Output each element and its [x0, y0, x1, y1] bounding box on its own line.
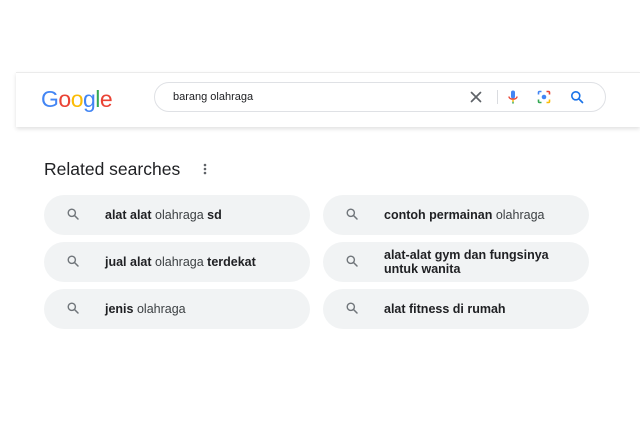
highlight-term: jenis [105, 302, 134, 316]
search-icon [67, 302, 79, 314]
close-icon[interactable] [468, 89, 484, 105]
related-search-chip[interactable]: alat fitness di rumah [323, 289, 589, 329]
related-search-text: jual alat olahraga terdekat [105, 255, 296, 269]
highlight-term: sd [207, 208, 222, 222]
search-icon [346, 302, 358, 314]
related-search-text: alat alat olahraga sd [105, 208, 296, 222]
highlight-term: terdekat [207, 255, 256, 269]
query-term: olahraga [133, 302, 186, 316]
highlight-term: alat-alat gym dan fungsinya untuk wanita [384, 248, 549, 276]
highlight-term: jual alat [105, 255, 152, 269]
query-term: olahraga [151, 208, 208, 222]
related-searches-title: Related searches [44, 159, 181, 179]
search-icon [346, 208, 358, 220]
related-search-chip[interactable]: jual alat olahraga terdekat [44, 242, 310, 282]
related-search-chip[interactable]: jenis olahraga [44, 289, 310, 329]
logo-letter: o [58, 86, 71, 112]
related-search-text: jenis olahraga [105, 302, 296, 316]
google-logo[interactable]: Google [41, 85, 113, 113]
related-search-chip[interactable]: contoh permainan olahraga [323, 195, 589, 235]
search-icon [346, 255, 358, 267]
search-icon[interactable] [569, 89, 585, 105]
logo-letter: g [82, 86, 96, 112]
related-search-text: alat fitness di rumah [384, 302, 575, 316]
query-term: olahraga [151, 255, 208, 269]
highlight-term: alat alat [105, 208, 152, 222]
more-vert-icon[interactable] [198, 161, 212, 177]
highlight-term: contoh permainan [384, 208, 493, 222]
search-box[interactable]: barang olahraga [154, 82, 606, 112]
logo-letter: o [70, 86, 84, 112]
related-search-text: contoh permainan olahraga [384, 208, 575, 222]
search-header: Google barang olahraga [16, 72, 640, 127]
search-input[interactable]: barang olahraga [173, 90, 253, 104]
highlight-term: alat fitness di rumah [384, 302, 506, 316]
camera-icon[interactable] [536, 89, 552, 105]
search-icon [67, 208, 79, 220]
related-search-chip[interactable]: alat-alat gym dan fungsinya untuk wanita [323, 242, 589, 282]
related-search-chip[interactable]: alat alat olahraga sd [44, 195, 310, 235]
logo-letter: G [41, 86, 59, 112]
logo-letter: e [99, 86, 113, 112]
search-box-divider [497, 90, 498, 104]
microphone-icon[interactable] [505, 89, 521, 105]
related-search-text: alat-alat gym dan fungsinya untuk wanita [384, 248, 575, 276]
query-term: olahraga [492, 208, 545, 222]
search-icon [67, 255, 79, 267]
